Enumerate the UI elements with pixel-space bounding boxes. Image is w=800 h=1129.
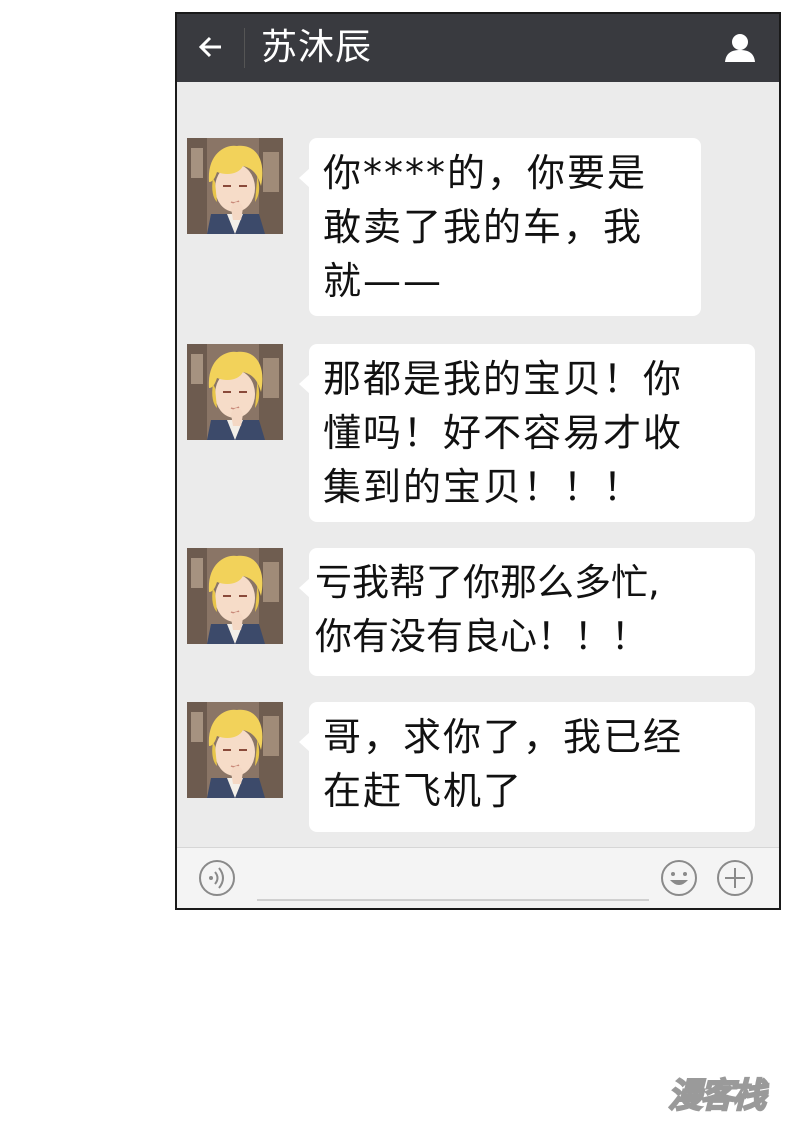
- watermark-logo: 漫客栈: [667, 1068, 794, 1120]
- avatar[interactable]: [187, 548, 283, 644]
- avatar[interactable]: [187, 702, 283, 798]
- voice-icon[interactable]: [197, 858, 237, 898]
- topbar-divider: [244, 28, 245, 68]
- message-bubble[interactable]: 你****的，你要是 敢卖了我的车，我 就——: [299, 138, 701, 316]
- avatar[interactable]: [187, 344, 283, 440]
- watermark-text: 漫客栈: [667, 1075, 767, 1117]
- chat-window: 苏沐辰 你****的，你要是 敢卖了我的车，我 就—— 那都是我的宝贝！你 懂吗…: [175, 12, 781, 910]
- emoji-icon[interactable]: [659, 858, 699, 898]
- plus-icon[interactable]: [715, 858, 755, 898]
- person-icon[interactable]: [723, 32, 757, 64]
- message-bubble[interactable]: 哥，求你了，我已经 在赶飞机了: [299, 702, 755, 832]
- message-bubble[interactable]: 那都是我的宝贝！你 懂吗！好不容易才收 集到的宝贝！！！: [299, 344, 755, 522]
- input-bar: [177, 847, 779, 908]
- top-bar: 苏沐辰: [177, 14, 779, 82]
- message-input[interactable]: [257, 899, 649, 901]
- avatar[interactable]: [187, 138, 283, 234]
- back-arrow-icon[interactable]: [195, 32, 225, 62]
- message-bubble[interactable]: 亏我帮了你那么多忙, 你有没有良心！！！: [299, 548, 755, 676]
- chat-title: 苏沐辰: [261, 27, 373, 68]
